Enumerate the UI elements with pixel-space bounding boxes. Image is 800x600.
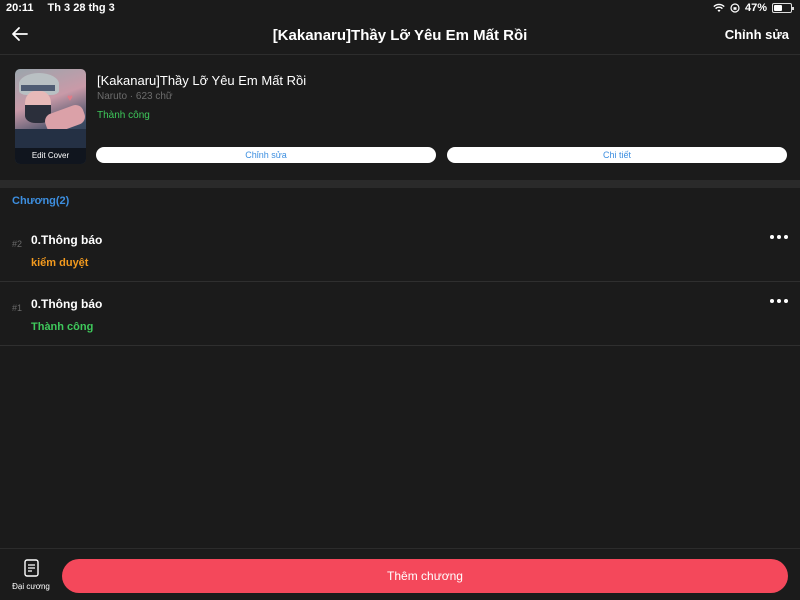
edit-cover-label[interactable]: Edit Cover — [15, 148, 86, 164]
detail-button[interactable]: Chi tiết — [447, 147, 787, 163]
screen: 20:11 Th 3 28 thg 3 47% [Kakanaru]Thầy L… — [0, 0, 800, 600]
story-title: [Kakanaru]Thầy Lỡ Yêu Em Mất Rồi — [97, 73, 307, 88]
bottom-bar: Đại cương Thêm chương — [0, 548, 800, 600]
story-status: Thành công — [97, 110, 150, 121]
more-options-icon[interactable] — [770, 296, 788, 306]
section-divider — [0, 180, 800, 188]
battery-icon — [772, 3, 794, 13]
chapter-row[interactable]: #2 0.Thông báo kiểm duyệt — [0, 218, 800, 282]
chapter-status: Thành công — [31, 321, 94, 333]
document-icon — [24, 559, 39, 577]
status-time: 20:11 — [6, 2, 34, 14]
status-date: Th 3 28 thg 3 — [47, 2, 115, 14]
chapter-row[interactable]: #1 0.Thông báo Thành công — [0, 282, 800, 346]
chapters-heading: Chương(2) — [12, 195, 70, 207]
chapter-title: 0.Thông báo — [31, 233, 103, 247]
story-meta: Naruto · 623 chữ — [97, 91, 173, 102]
more-options-icon[interactable] — [770, 232, 788, 242]
orientation-lock-icon — [730, 3, 740, 13]
wifi-icon — [713, 3, 725, 12]
chapter-title: 0.Thông báo — [31, 297, 103, 311]
nav-bar: [Kakanaru]Thầy Lỡ Yêu Em Mất Rồi Chỉnh s… — [0, 16, 800, 54]
edit-button-top[interactable]: Chỉnh sửa — [725, 27, 789, 42]
outline-button[interactable]: Đại cương — [8, 559, 54, 595]
heart-icon: ♥ — [67, 93, 73, 104]
chapter-status: kiểm duyệt — [31, 257, 89, 269]
chapter-number: #1 — [12, 303, 23, 313]
status-bar: 20:11 Th 3 28 thg 3 47% — [0, 0, 800, 16]
add-chapter-button[interactable]: Thêm chương — [62, 559, 788, 593]
back-arrow-icon[interactable] — [10, 24, 30, 44]
outline-label: Đại cương — [12, 582, 50, 591]
chapter-number: #2 — [12, 239, 23, 249]
page-title: [Kakanaru]Thầy Lỡ Yêu Em Mất Rồi — [272, 26, 528, 44]
story-cover[interactable]: ♥ Edit Cover — [15, 69, 86, 164]
edit-story-button[interactable]: Chỉnh sửa — [96, 147, 436, 163]
battery-percent: 47% — [744, 2, 767, 14]
story-header: ♥ Edit Cover [Kakanaru]Thầy Lỡ Yêu Em Mấ… — [0, 55, 800, 180]
